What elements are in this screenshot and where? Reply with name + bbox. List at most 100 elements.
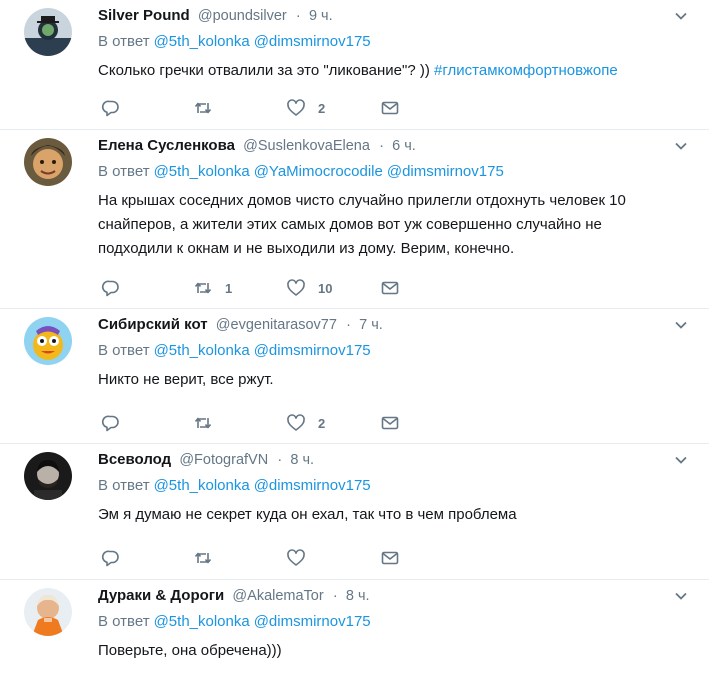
heart-icon xyxy=(287,279,305,296)
like-count: 10 xyxy=(318,280,333,296)
heart-icon xyxy=(287,99,305,116)
reply-button[interactable] xyxy=(101,278,121,298)
reply-button[interactable] xyxy=(101,98,121,118)
reply-context: В ответ @5th_kolonka @dimsmirnov175 xyxy=(98,341,693,361)
retweet-button[interactable]: 1 xyxy=(193,278,232,298)
tweet[interactable]: Дураки & Дороги @AkalemaTor · 8 ч. В отв… xyxy=(0,580,709,679)
tweet[interactable]: Сибирский кот @evgenitarasov77 · 7 ч. В … xyxy=(0,309,709,444)
reply-context: В ответ @5th_kolonka @dimsmirnov175 xyxy=(98,476,693,496)
envelope-icon xyxy=(381,416,399,430)
tweet-body: Поверьте, она обречена))) xyxy=(98,642,282,659)
separator-dot: · xyxy=(332,588,338,604)
author-handle[interactable]: @FotografVN xyxy=(179,452,268,468)
like-button[interactable] xyxy=(286,548,318,568)
author-handle[interactable]: @poundsilver xyxy=(198,8,287,24)
separator-dot: · xyxy=(277,452,283,468)
timestamp[interactable]: 8 ч. xyxy=(346,588,370,604)
reply-icon xyxy=(101,100,119,117)
envelope-icon xyxy=(381,101,399,115)
reply-icon xyxy=(101,550,119,567)
author-name[interactable]: Сибирский кот xyxy=(98,316,208,333)
separator-dot: · xyxy=(295,8,301,24)
retweet-icon xyxy=(194,417,212,429)
like-count: 2 xyxy=(318,100,326,116)
separator-dot: · xyxy=(346,317,351,333)
avatar[interactable] xyxy=(24,452,72,500)
dm-button[interactable] xyxy=(380,278,400,298)
mention-link[interactable]: @5th_kolonka xyxy=(154,477,250,494)
hashtag-link[interactable]: #глистамкомфортновжопе xyxy=(434,62,618,79)
author-name[interactable]: Елена Сусленкова xyxy=(98,137,235,154)
dm-button[interactable] xyxy=(380,98,400,118)
mention-link[interactable]: @5th_kolonka xyxy=(154,342,250,359)
mention-link[interactable]: @5th_kolonka xyxy=(154,163,250,180)
author-name[interactable]: Всеволод xyxy=(98,451,171,468)
avatar[interactable] xyxy=(24,588,72,636)
author-handle[interactable]: @AkalemaTor xyxy=(232,588,323,604)
chevron-down-icon[interactable] xyxy=(673,452,689,468)
reply-context: В ответ @5th_kolonka @dimsmirnov175 xyxy=(98,612,693,632)
heart-icon xyxy=(287,414,305,431)
retweet-icon xyxy=(194,102,212,114)
mention-link[interactable]: @YaMimocrocodile xyxy=(254,163,383,180)
tweet-body: Никто не верит, все ржут. xyxy=(98,371,274,388)
retweet-button[interactable] xyxy=(193,98,225,118)
timestamp[interactable]: 9 ч. xyxy=(309,8,333,24)
mention-link[interactable]: @dimsmirnov175 xyxy=(387,163,504,180)
reply-button[interactable] xyxy=(101,413,121,433)
mention-link[interactable]: @5th_kolonka xyxy=(154,33,250,50)
mention-link[interactable]: @dimsmirnov175 xyxy=(254,613,371,630)
envelope-icon xyxy=(381,281,399,295)
author-handle[interactable]: @SuslenkovaElena xyxy=(243,138,370,154)
like-button[interactable]: 2 xyxy=(286,98,325,118)
reply-prefix: В ответ xyxy=(98,613,150,630)
reply-button[interactable] xyxy=(101,548,121,568)
tweet[interactable]: Silver Pound @poundsilver · 9 ч. В ответ… xyxy=(0,0,709,130)
chevron-down-icon[interactable] xyxy=(673,8,689,24)
reply-context: В ответ @5th_kolonka @dimsmirnov175 xyxy=(98,32,693,52)
like-button[interactable]: 2 xyxy=(286,413,325,433)
retweet-button[interactable] xyxy=(193,413,225,433)
reply-context: В ответ @5th_kolonka @YaMimocrocodile @dims… xyxy=(98,162,693,182)
chevron-down-icon[interactable] xyxy=(673,317,689,333)
reply-icon xyxy=(101,280,119,297)
avatar[interactable] xyxy=(24,8,72,56)
timestamp[interactable]: 8 ч. xyxy=(290,452,314,468)
tweet[interactable]: Елена Сусленкова @SuslenkovaElena · 6 ч.… xyxy=(0,130,709,309)
chevron-down-icon[interactable] xyxy=(673,138,689,154)
tweet[interactable]: Всеволод @FotografVN · 8 ч. В ответ @5th_… xyxy=(0,444,709,580)
mention-link[interactable]: @dimsmirnov175 xyxy=(254,342,371,359)
reply-prefix: В ответ xyxy=(98,33,150,50)
tweet-actions: 2 xyxy=(0,413,709,433)
avatar[interactable] xyxy=(24,317,72,365)
tweet-body: Сколько гречки отвалили за это "ликовани… xyxy=(98,62,430,79)
mention-link[interactable]: @dimsmirnov175 xyxy=(254,477,371,494)
author-name[interactable]: Silver Pound xyxy=(98,7,190,24)
envelope-icon xyxy=(381,551,399,565)
author-handle[interactable]: @evgenitarasov77 xyxy=(216,317,337,333)
dm-button[interactable] xyxy=(380,548,400,568)
avatar[interactable] xyxy=(24,138,72,186)
author-name[interactable]: Дураки & Дороги xyxy=(98,587,224,604)
like-count: 2 xyxy=(318,415,326,431)
tweet-text-line: подходили к окнам и не выходили из дому.… xyxy=(98,240,515,257)
tweet-actions: 1 10 xyxy=(0,278,709,298)
tweet-text: На крышах соседних домов чисто случайно … xyxy=(98,189,693,261)
timestamp[interactable]: 6 ч. xyxy=(392,138,416,154)
tweet-text-line: снайперов, а жители этих самых домов вот… xyxy=(98,216,602,233)
tweet-text-line: На крышах соседних домов чисто случайно … xyxy=(98,192,626,209)
tweet-body: Эм я думаю не секрет куда он ехал, так ч… xyxy=(98,506,517,523)
reply-icon xyxy=(101,415,119,432)
chevron-down-icon[interactable] xyxy=(673,588,689,604)
mention-link[interactable]: @dimsmirnov175 xyxy=(254,33,371,50)
tweet-text: Сколько гречки отвалили за это "ликовани… xyxy=(98,59,693,83)
heart-icon xyxy=(287,549,305,566)
retweet-icon xyxy=(194,552,212,564)
timestamp[interactable]: 7 ч. xyxy=(359,317,383,333)
dm-button[interactable] xyxy=(380,413,400,433)
like-button[interactable]: 10 xyxy=(286,278,332,298)
tweet-actions xyxy=(0,548,709,568)
tweet-actions: 2 xyxy=(0,98,709,118)
retweet-button[interactable] xyxy=(193,548,225,568)
mention-link[interactable]: @5th_kolonka xyxy=(154,613,250,630)
